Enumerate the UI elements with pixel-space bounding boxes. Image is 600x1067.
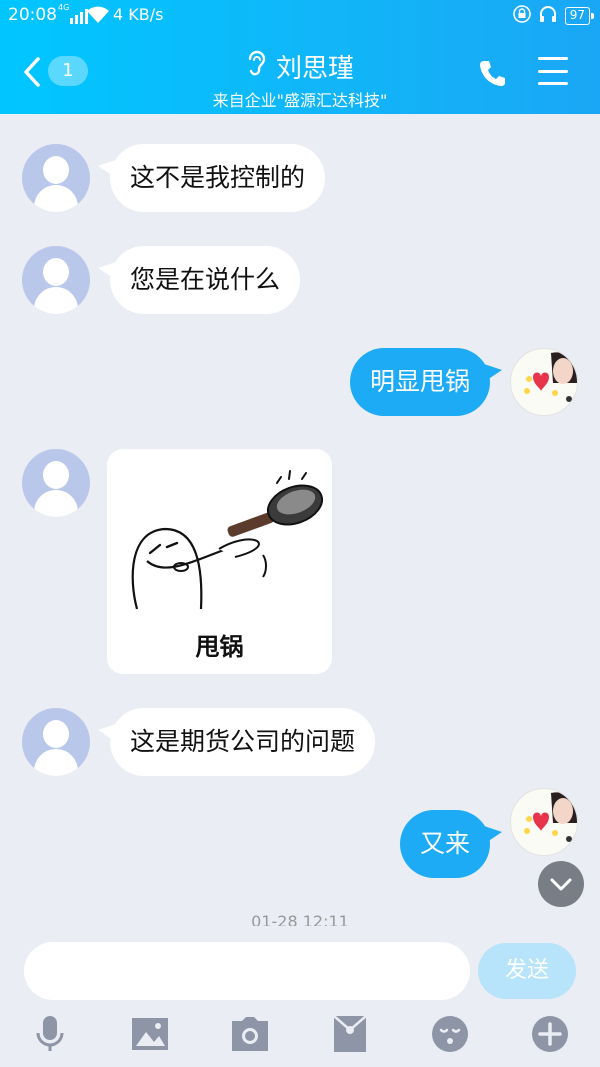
red-packet-icon[interactable] (330, 1014, 370, 1054)
wifi-icon (86, 5, 110, 29)
emoji-icon[interactable] (430, 1014, 470, 1054)
network-speed: 4 KB/s (113, 5, 164, 24)
message-timestamp: 01-28 12:11 (251, 912, 349, 926)
status-time: 20:08 (8, 5, 57, 25)
contact-avatar[interactable] (22, 144, 90, 212)
message-bubble-outgoing[interactable]: 又来 (399, 810, 503, 878)
chat-header: 20:08 4G 4 KB/s 97 1 刘思瑾 来自企业"盛源汇达科技" (0, 0, 600, 114)
network-type: 4G (58, 3, 70, 12)
my-avatar[interactable] (510, 788, 578, 856)
chevron-left-icon (24, 57, 40, 87)
input-bar: 发送 (0, 926, 600, 1067)
input-toolbar (0, 1014, 600, 1054)
back-button[interactable]: 1 (22, 52, 98, 92)
camera-icon[interactable] (230, 1014, 270, 1054)
chevron-down-icon (550, 878, 572, 891)
message-bubble-incoming[interactable]: 您是在说什么 (97, 246, 301, 314)
mic-icon[interactable] (30, 1014, 70, 1054)
message-bubble-incoming[interactable]: 这不是我控制的 (97, 144, 326, 212)
sticker-caption: 甩锅 (195, 633, 244, 661)
send-button[interactable]: 发送 (478, 943, 576, 999)
headphone-icon (539, 5, 557, 27)
message-bubble-incoming[interactable]: 这是期货公司的问题 (97, 708, 376, 776)
contact-name: 刘思瑾 (275, 54, 354, 84)
phone-icon (480, 61, 505, 86)
battery-indicator: 97 (564, 7, 595, 25)
unread-badge: 1 (48, 56, 88, 86)
contact-avatar[interactable] (22, 708, 90, 776)
contact-avatar[interactable] (22, 246, 90, 314)
contact-subtitle: 来自企业"盛源汇达科技" (212, 91, 388, 110)
image-icon[interactable] (130, 1014, 170, 1054)
message-bubble-outgoing[interactable]: 明显甩锅 (349, 348, 503, 416)
ear-icon[interactable] (246, 49, 268, 84)
plus-icon[interactable] (530, 1014, 570, 1054)
status-bar: 20:08 4G 4 KB/s 97 (0, 0, 600, 32)
message-input[interactable] (24, 942, 470, 1000)
scroll-to-bottom-button[interactable] (538, 861, 584, 907)
contact-avatar[interactable] (22, 449, 90, 517)
sticker-message[interactable]: 甩锅 (107, 449, 332, 674)
chat-title: 刘思瑾 来自企业"盛源汇达科技" (150, 48, 450, 111)
lock-icon (512, 5, 531, 27)
menu-button[interactable] (538, 57, 568, 85)
phone-call-button[interactable] (478, 58, 508, 92)
my-avatar[interactable] (510, 348, 578, 416)
